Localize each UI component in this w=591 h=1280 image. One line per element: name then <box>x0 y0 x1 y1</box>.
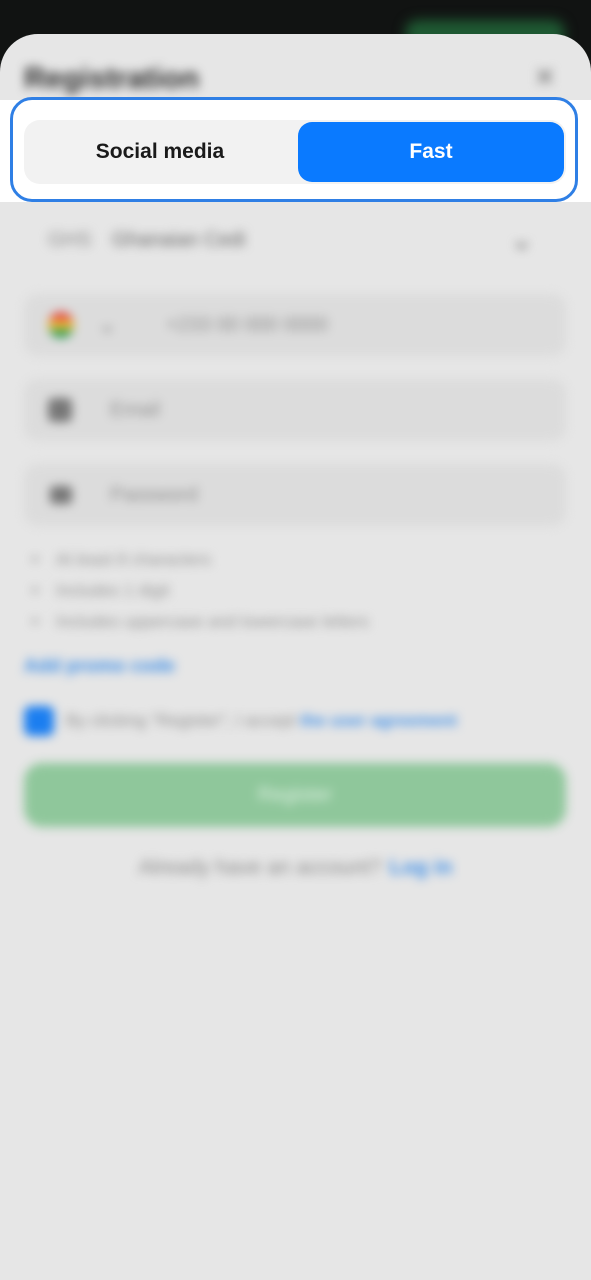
chevron-down-icon[interactable]: ⌄ <box>98 312 116 338</box>
page-title: Registration <box>24 62 200 95</box>
login-row: Already have an account? Log in <box>0 856 591 880</box>
rule-item: Includes 1 digit <box>32 575 369 606</box>
agreement-text: By clicking "Register", I accept the use… <box>66 711 457 731</box>
agreement-checkbox[interactable] <box>24 706 54 736</box>
email-field[interactable]: Email <box>24 379 566 441</box>
currency-code: GHS <box>48 229 92 251</box>
currency-name: Ghanaian Cedi <box>112 229 246 251</box>
mail-icon <box>48 398 72 422</box>
lock-icon <box>50 486 72 504</box>
agreement-label: By clicking "Register", I accept <box>66 711 301 730</box>
registration-sheet: Registration ✕ GHS Ghanaian Cedi ⌄ ⌄ +23… <box>0 34 591 1280</box>
rule-item: At least 8 characters <box>32 544 369 575</box>
user-agreement-link[interactable]: the user agreement <box>300 711 457 730</box>
register-label: Register <box>257 784 333 806</box>
agreement-row: By clicking "Register", I accept the use… <box>24 706 584 738</box>
chevron-down-icon: ⌄ <box>510 224 534 255</box>
email-input[interactable]: Email <box>110 399 160 422</box>
login-link[interactable]: Log in <box>389 856 452 879</box>
phone-field[interactable]: ⌄ +233 00 000 0000 <box>24 294 566 356</box>
currency-select[interactable]: GHS Ghanaian Cedi ⌄ <box>24 209 566 271</box>
password-rules: At least 8 characters Includes 1 digit I… <box>32 544 369 637</box>
tab-highlight-frame <box>10 97 578 202</box>
login-prompt: Already have an account? <box>138 856 382 879</box>
blurred-form-layer: Registration ✕ GHS Ghanaian Cedi ⌄ ⌄ +23… <box>0 34 591 1280</box>
password-field[interactable]: Password <box>24 464 566 526</box>
add-promo-link[interactable]: Add promo code <box>24 656 175 678</box>
register-button[interactable]: Register <box>24 763 566 827</box>
close-icon[interactable]: ✕ <box>534 62 556 92</box>
ghana-flag-icon <box>48 312 74 338</box>
phone-input[interactable]: +233 00 000 0000 <box>166 314 328 337</box>
password-input[interactable]: Password <box>110 484 198 507</box>
rule-item: Includes uppercase and lowercase letters <box>32 606 369 637</box>
